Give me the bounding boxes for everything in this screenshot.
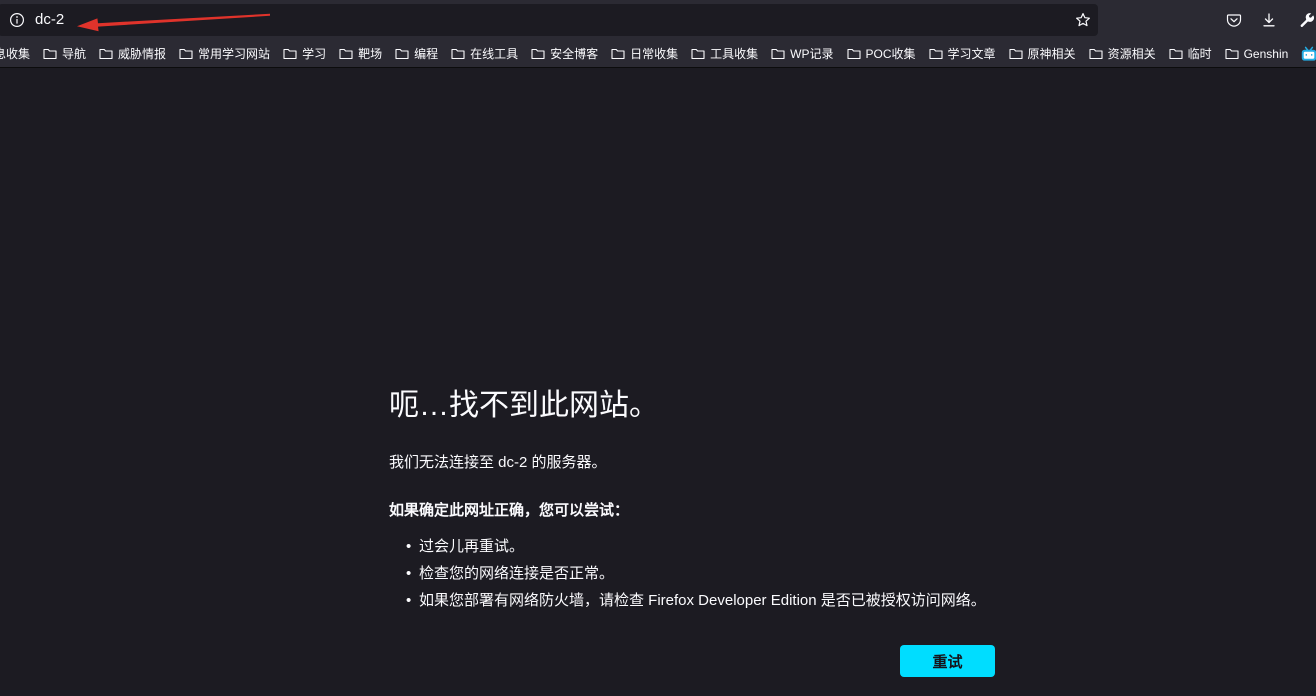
folder-icon: [929, 48, 943, 60]
bookmark-label: 安全博客: [550, 47, 599, 61]
bookmark-folder-learning-sites[interactable]: 常用学习网站: [179, 42, 270, 66]
bookmark-bilibili[interactable]: [1301, 42, 1316, 66]
bookmark-folder-threat-intel[interactable]: 威胁情报: [99, 42, 166, 66]
bookmark-folder-poc-collection[interactable]: POC收集: [847, 42, 916, 66]
folder-icon: [99, 48, 113, 60]
folder-icon: [339, 48, 353, 60]
bilibili-icon: [1302, 46, 1316, 61]
bookmark-label: 编程: [414, 47, 439, 61]
bookmark-folder-genshin[interactable]: Genshin: [1225, 42, 1289, 66]
bookmark-label: 学习文章: [947, 47, 996, 61]
bookmark-label: 临时: [1187, 47, 1212, 61]
wrench-icon: [1300, 13, 1315, 28]
bookmark-folder-navigation[interactable]: 导航: [43, 42, 86, 66]
save-to-pocket-button[interactable]: [1218, 4, 1250, 36]
folder-icon: [283, 48, 297, 60]
downloads-button[interactable]: [1253, 4, 1285, 36]
suggestions-heading: 如果确定此网址正确，您可以尝试：: [389, 502, 630, 519]
star-icon: [1076, 13, 1090, 27]
url-input[interactable]: dc-2: [0, 4, 1098, 36]
bookmark-label: WP记录: [790, 47, 834, 61]
folder-icon: [691, 48, 705, 60]
navigation-toolbar: dc-2: [0, 0, 1316, 40]
bookmarks-toolbar: 息收集 导航 威胁情报 常用学习网站 学习 靶场 编程 在线工具: [0, 40, 1316, 68]
bookmarks-list: 息收集 导航 威胁情报 常用学习网站 学习 靶场 编程 在线工具: [0, 42, 1316, 66]
folder-icon: [1009, 48, 1023, 60]
error-description: 我们无法连接至 dc-2 的服务器。: [389, 454, 607, 471]
suggestions-list: 过会儿再重试。 检查您的网络连接是否正常。 如果您部署有网络防火墙，请检查 Fi…: [389, 533, 986, 614]
folder-icon: [43, 48, 57, 60]
folder-icon: [395, 48, 409, 60]
bookmark-label: 日常收集: [630, 47, 679, 61]
bookmark-label: 原神相关: [1027, 47, 1076, 61]
error-title: 呃…找不到此网站。: [389, 389, 659, 422]
url-text[interactable]: dc-2: [35, 4, 64, 36]
info-icon: [9, 12, 25, 28]
bookmark-folder-daily-collection[interactable]: 日常收集: [611, 42, 678, 66]
suggestion-item: 过会儿再重试。: [389, 533, 986, 560]
bookmark-folder-info-collection[interactable]: 息收集: [0, 42, 30, 66]
bookmark-label: 常用学习网站: [198, 47, 271, 61]
bookmark-label: 工具收集: [710, 47, 759, 61]
bookmark-folder-wp-records[interactable]: WP记录: [771, 42, 834, 66]
bookmark-label: 靶场: [358, 47, 383, 61]
bookmark-folder-study[interactable]: 学习: [283, 42, 326, 66]
folder-icon: [451, 48, 465, 60]
bookmark-label: 导航: [62, 47, 87, 61]
bookmark-label: POC收集: [865, 47, 916, 61]
bookmark-label: 资源相关: [1107, 47, 1156, 61]
suggestion-item: 如果您部署有网络防火墙，请检查 Firefox Developer Editio…: [389, 587, 986, 614]
bookmark-folder-target-range[interactable]: 靶场: [339, 42, 382, 66]
retry-button[interactable]: 重试: [900, 645, 995, 677]
bookmark-folder-programming[interactable]: 编程: [395, 42, 438, 66]
bookmark-folder-security-blogs[interactable]: 安全博客: [531, 42, 598, 66]
bookmark-folder-tools-collection[interactable]: 工具收集: [691, 42, 758, 66]
folder-icon: [847, 48, 861, 60]
folder-icon: [1169, 48, 1183, 60]
bookmark-folder-resources[interactable]: 资源相关: [1089, 42, 1156, 66]
site-info-button[interactable]: [5, 8, 29, 32]
developer-tools-button[interactable]: [1291, 4, 1316, 36]
download-icon: [1263, 13, 1275, 27]
bookmark-label: Genshin: [1243, 46, 1289, 61]
pocket-icon: [1226, 14, 1242, 27]
bookmark-folder-study-articles[interactable]: 学习文章: [929, 42, 996, 66]
folder-icon: [611, 48, 625, 60]
bookmark-label: 学习: [302, 47, 327, 61]
folder-icon: [1089, 48, 1103, 60]
suggestion-item: 检查您的网络连接是否正常。: [389, 560, 986, 587]
bookmark-page-button[interactable]: [1071, 8, 1095, 32]
bookmark-folder-online-tools[interactable]: 在线工具: [451, 42, 518, 66]
bookmark-label: 威胁情报: [118, 47, 167, 61]
bookmark-folder-genshin-related[interactable]: 原神相关: [1009, 42, 1076, 66]
bookmark-folder-temp[interactable]: 临时: [1169, 42, 1212, 66]
bookmark-label: 息收集: [0, 47, 31, 61]
folder-icon: [1225, 48, 1239, 60]
bookmark-label: 在线工具: [470, 47, 519, 61]
folder-icon: [179, 48, 193, 60]
folder-icon: [531, 48, 545, 60]
folder-icon: [771, 48, 785, 60]
